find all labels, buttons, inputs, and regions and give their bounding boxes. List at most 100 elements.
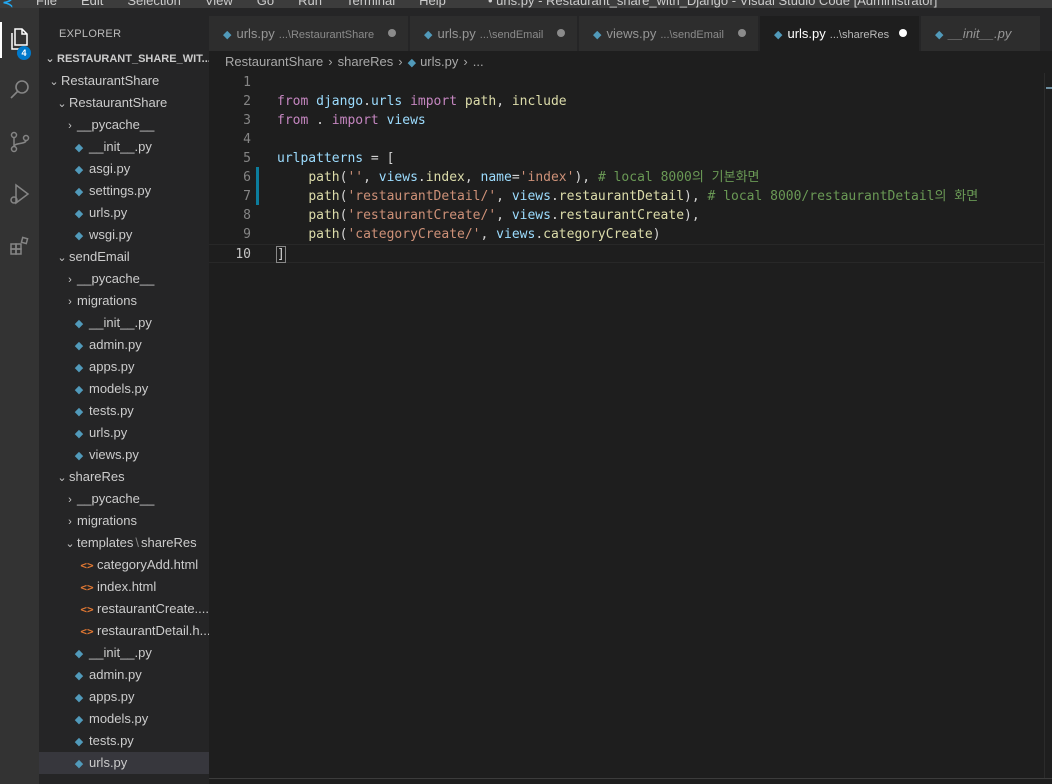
code-token: index bbox=[425, 170, 465, 185]
tree-file[interactable]: ◆ __init__.py bbox=[39, 136, 209, 158]
python-file-icon: ◆ bbox=[74, 384, 84, 396]
run-debug-icon bbox=[9, 183, 29, 205]
breadcrumb-item[interactable]: urls.py bbox=[420, 54, 458, 69]
html-file-icon: <> bbox=[80, 603, 94, 616]
tree-file[interactable]: ◆ urls.py bbox=[39, 202, 209, 224]
tree-folder[interactable]: › __pycache__ bbox=[39, 268, 209, 290]
tree-file[interactable]: ◆ asgi.py bbox=[39, 158, 209, 180]
code-token: # local 8000의 기본화면 bbox=[597, 170, 760, 185]
editor-scrollbar[interactable] bbox=[1044, 73, 1052, 779]
tree-file[interactable]: ◆ views.py bbox=[39, 444, 209, 466]
tree-item-label: __init__.py bbox=[89, 315, 152, 330]
tree-file[interactable]: ◆ tests.py bbox=[39, 400, 209, 422]
vscode-logo-icon: ≺ bbox=[2, 0, 14, 8]
code-token: , bbox=[363, 170, 379, 185]
code-line[interactable]: 6 path('', views.index, name='index'), #… bbox=[209, 168, 1044, 187]
tree-file[interactable]: ◆ models.py bbox=[39, 378, 209, 400]
code-token: path bbox=[308, 189, 340, 204]
editor-tab[interactable]: ◆ urls.py ...\shareRes bbox=[760, 16, 920, 51]
code-token: ), bbox=[684, 189, 708, 204]
tree-file[interactable]: ◆ admin.py bbox=[39, 334, 209, 356]
tree-folder[interactable]: ⌄ shareRes bbox=[39, 466, 209, 488]
code-token: views bbox=[511, 189, 551, 204]
editor-tab[interactable]: ◆ views.py ...\sendEmail bbox=[579, 16, 759, 51]
code-line[interactable]: 4 bbox=[209, 130, 1044, 149]
tree-file[interactable]: <> restaurantDetail.h... bbox=[39, 620, 209, 642]
code-token: # local 8000/restaurantDetail의 화면 bbox=[707, 189, 979, 204]
tree-file[interactable]: ◆ __init__.py bbox=[39, 642, 209, 664]
tree-item-label: migrations bbox=[77, 513, 137, 528]
line-number: 1 bbox=[243, 75, 251, 90]
tree-file[interactable]: ◆ models.py bbox=[39, 708, 209, 730]
line-number: 3 bbox=[243, 113, 251, 128]
extensions-activity-button[interactable] bbox=[0, 223, 39, 269]
tree-folder[interactable]: ⌄ sendEmail bbox=[39, 246, 209, 268]
source-control-activity-button[interactable] bbox=[0, 119, 39, 165]
tree-file[interactable]: <> restaurantCreate.... bbox=[39, 598, 209, 620]
tree-folder[interactable]: › migrations bbox=[39, 290, 209, 312]
tree-file[interactable]: ◆ settings.py bbox=[39, 180, 209, 202]
code-token: 'index' bbox=[519, 170, 575, 185]
html-file-icon: <> bbox=[80, 625, 94, 638]
python-file-icon: ◆ bbox=[74, 142, 84, 154]
tree-folder[interactable]: ⌄ templates \ shareRes bbox=[39, 532, 209, 554]
code-line[interactable]: 2 from django.urls import path, include bbox=[209, 92, 1044, 111]
menu-item-edit[interactable]: Edit bbox=[81, 0, 103, 8]
tree-file[interactable]: ◆ urls.py bbox=[39, 752, 209, 774]
code-line[interactable]: 9 path('categoryCreate/', views.category… bbox=[209, 225, 1044, 244]
path-separator: \ bbox=[135, 535, 139, 550]
menu-item-go[interactable]: Go bbox=[257, 0, 274, 8]
editor-tab[interactable]: ◆ urls.py ...\sendEmail bbox=[410, 16, 578, 51]
code-line[interactable]: 3 from . import views bbox=[209, 111, 1044, 130]
code-token: restaurantDetail bbox=[558, 189, 685, 204]
editor-tab[interactable]: ◆ urls.py ...\RestaurantShare bbox=[209, 16, 409, 51]
code-token: views bbox=[511, 208, 551, 223]
code-line[interactable]: 1 bbox=[209, 73, 1044, 92]
tree-file[interactable]: ◆ urls.py bbox=[39, 422, 209, 444]
workspace-root-folder[interactable]: ⌄ RESTAURANT_SHARE_WIT... bbox=[39, 48, 209, 70]
tree-file[interactable]: ◆ tests.py bbox=[39, 730, 209, 752]
breadcrumb-item[interactable]: RestaurantShare bbox=[225, 54, 323, 69]
menu-item-view[interactable]: View bbox=[205, 0, 233, 8]
menu-item-help[interactable]: Help bbox=[419, 0, 446, 8]
menu-item-terminal[interactable]: Terminal bbox=[346, 0, 395, 8]
tree-folder[interactable]: ⌄ RestaurantShare bbox=[39, 70, 209, 92]
python-file-icon: ◆ bbox=[593, 29, 602, 41]
tab-label: views.py bbox=[606, 26, 657, 41]
chevron-right-icon: › bbox=[463, 54, 468, 69]
search-activity-button[interactable] bbox=[0, 67, 39, 113]
tree-item-label: admin.py bbox=[89, 667, 142, 682]
explorer-activity-button[interactable]: 4 bbox=[0, 16, 39, 62]
tree-file[interactable]: ◆ __init__.py bbox=[39, 312, 209, 334]
unsaved-dot-icon[interactable] bbox=[557, 29, 565, 37]
code-line[interactable]: 5 urlpatterns = [ bbox=[209, 149, 1044, 168]
tree-folder[interactable]: ⌄ RestaurantShare bbox=[39, 92, 209, 114]
breadcrumb-item[interactable]: shareRes bbox=[338, 54, 394, 69]
editor-tab[interactable]: ◆ __init__.py bbox=[921, 16, 1041, 51]
unsaved-dot-icon[interactable] bbox=[738, 29, 746, 37]
tree-folder[interactable]: › __pycache__ bbox=[39, 488, 209, 510]
tree-file[interactable]: ◆ apps.py bbox=[39, 686, 209, 708]
menu-item-selection[interactable]: Selection bbox=[127, 0, 180, 8]
tree-folder[interactable]: › __pycache__ bbox=[39, 114, 209, 136]
tree-file[interactable]: ◆ apps.py bbox=[39, 356, 209, 378]
unsaved-dot-icon[interactable] bbox=[388, 29, 396, 37]
menu-item-file[interactable]: File bbox=[36, 0, 57, 8]
code-line[interactable]: 8 path('restaurantCreate/', views.restau… bbox=[209, 206, 1044, 225]
run-debug-activity-button[interactable] bbox=[0, 171, 39, 217]
code-editor[interactable]: 1 2 from django.urls import path, include 3… bbox=[209, 73, 1052, 779]
tree-file[interactable]: ◆ admin.py bbox=[39, 664, 209, 686]
tree-folder[interactable]: › migrations bbox=[39, 510, 209, 532]
code-line[interactable]: 10] bbox=[209, 244, 1044, 263]
menu-item-run[interactable]: Run bbox=[298, 0, 322, 8]
html-file-icon: <> bbox=[80, 559, 94, 572]
tree-item-label: apps.py bbox=[89, 689, 135, 704]
breadcrumb-item[interactable]: ... bbox=[473, 54, 484, 69]
extensions-icon bbox=[9, 236, 28, 255]
tree-file[interactable]: <> categoryAdd.html bbox=[39, 554, 209, 576]
tree-file[interactable]: <> index.html bbox=[39, 576, 209, 598]
unsaved-dot-icon[interactable] bbox=[899, 29, 907, 37]
code-line[interactable]: 7 path('restaurantDetail/', views.restau… bbox=[209, 187, 1044, 206]
tree-file[interactable]: ◆ wsgi.py bbox=[39, 224, 209, 246]
tree-item-label: sendEmail bbox=[69, 249, 130, 264]
